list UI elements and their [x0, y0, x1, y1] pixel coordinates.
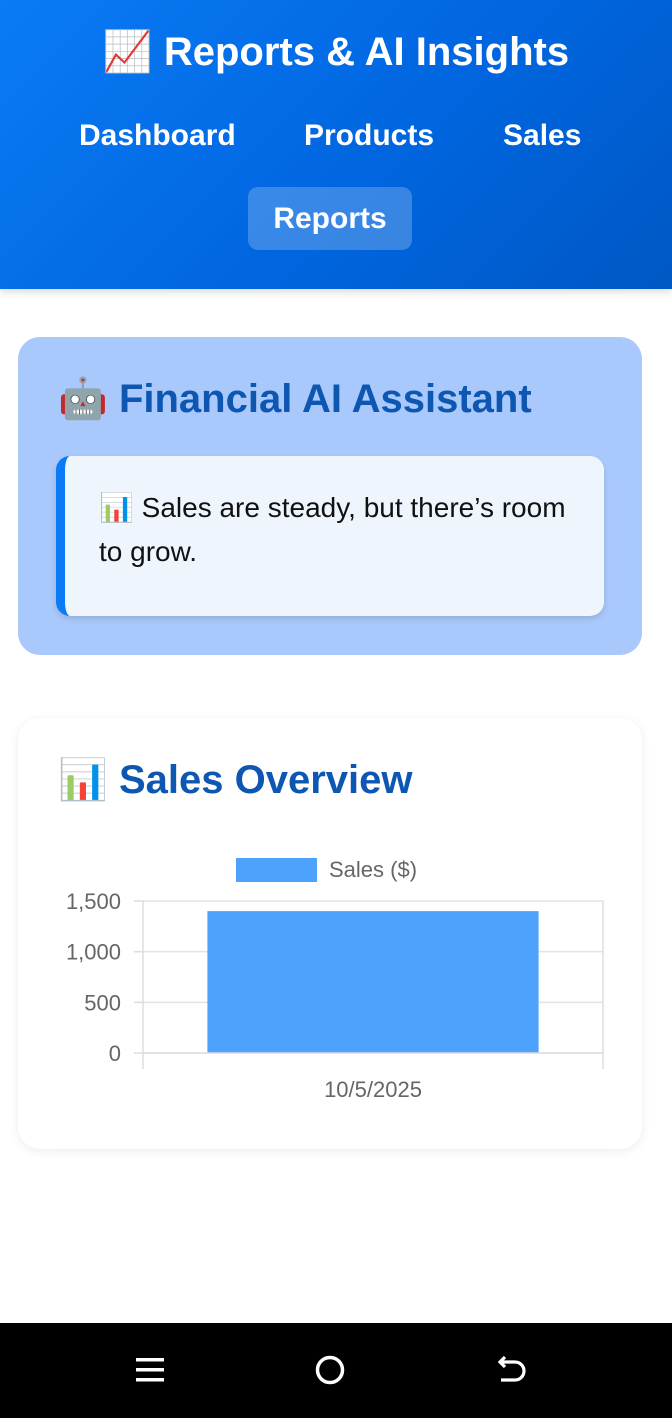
system-navigation-bar	[0, 1323, 672, 1418]
chart-increasing-icon: 📈	[102, 29, 153, 75]
sales-overview-card: 📊 Sales Overview 0 500 1,000 1,500 10/5/2025…	[18, 718, 642, 1149]
ai-insight-text: 📊 Sales are steady, but there’s room to …	[99, 486, 589, 574]
y-tick-label: 1,000	[66, 940, 121, 965]
ai-assistant-title-text: Financial AI Assistant	[118, 377, 532, 421]
nav-sales[interactable]: Sales	[503, 116, 581, 156]
page-title-text: Reports & AI Insights	[163, 30, 570, 74]
robot-icon: 🤖	[58, 376, 108, 422]
page-title: 📈 Reports & AI Insights	[0, 26, 672, 78]
ai-assistant-title: 🤖 Financial AI Assistant	[58, 374, 532, 424]
legend-swatch	[236, 858, 317, 882]
nav-reports[interactable]: Reports	[248, 187, 412, 250]
sales-bar	[207, 911, 539, 1053]
home-circle-icon[interactable]	[312, 1350, 348, 1390]
nav-products[interactable]: Products	[304, 116, 434, 156]
y-tick-label: 500	[84, 990, 121, 1015]
y-tick-label: 0	[109, 1041, 121, 1066]
x-tick-label: 10/5/2025	[324, 1077, 422, 1102]
sales-chart: 0 500 1,000 1,500 10/5/2025 Sales ($)	[66, 857, 604, 1102]
back-arrow-icon[interactable]	[493, 1350, 529, 1390]
app-header: 📈 Reports & AI Insights Dashboard Produc…	[0, 0, 672, 289]
y-tick-label: 1,500	[66, 889, 121, 914]
bar-chart-icon: 📊	[99, 491, 134, 524]
ai-insight-box: 📊 Sales are steady, but there’s room to …	[56, 456, 604, 616]
menu-icon[interactable]	[133, 1350, 167, 1390]
ai-insight-message: Sales are steady, but there’s room to gr…	[99, 492, 566, 567]
legend-label: Sales ($)	[329, 857, 417, 882]
nav-dashboard[interactable]: Dashboard	[79, 116, 236, 156]
ai-assistant-card: 🤖 Financial AI Assistant 📊 Sales are ste…	[18, 337, 642, 655]
